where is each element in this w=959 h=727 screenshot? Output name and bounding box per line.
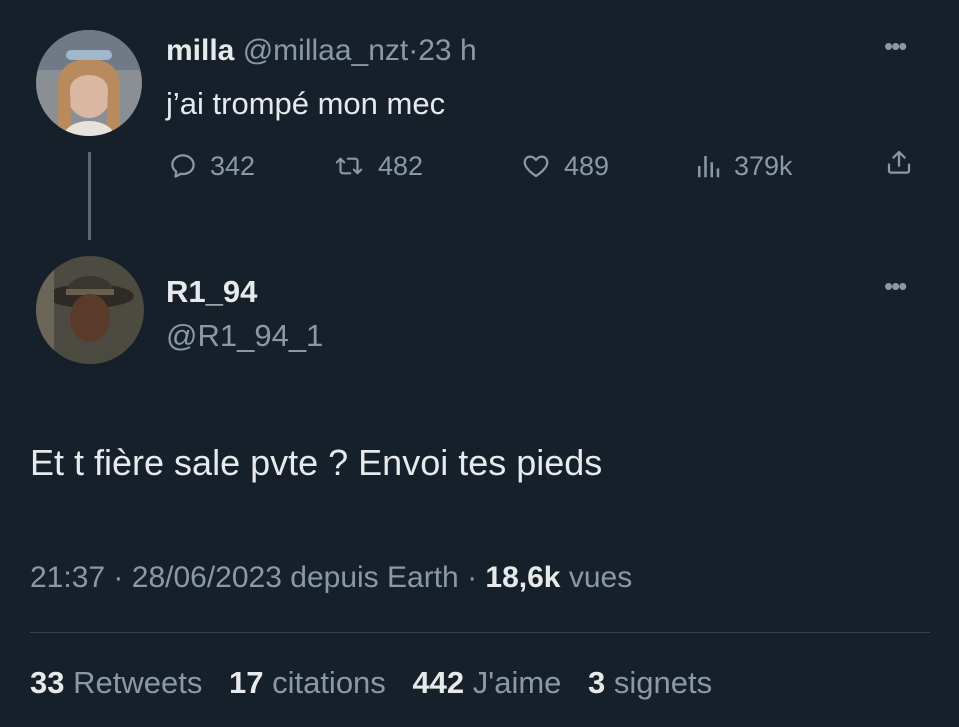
stat-citations-count: 17 (228, 665, 264, 700)
tweet1-action-bar: 342 482 489 379k (168, 146, 928, 186)
tweet2-stats: 33 Retweets 17 citations 442 J'aime 3 si… (30, 664, 730, 702)
avatar-r1-94[interactable] (36, 256, 144, 364)
tweet2-date[interactable]: 28/06/2023 (132, 561, 282, 594)
retweet-icon (335, 157, 363, 175)
like-count: 489 (564, 151, 610, 181)
tweet1-header: milla @millaa_nzt·23 h (166, 34, 477, 68)
stat-bookmarks-count: 3 (588, 665, 606, 700)
reply-count: 342 (210, 151, 256, 181)
stat-bookmarks[interactable]: 3 signets (588, 664, 712, 702)
tweet1-handle[interactable]: @millaa_nzt (243, 34, 409, 67)
stat-retweets-label: Retweets (73, 665, 203, 700)
share-button[interactable] (884, 146, 914, 178)
reply-bubble-icon (171, 154, 195, 178)
tweet1-display-name[interactable]: milla (166, 34, 234, 67)
retweet-count: 482 (378, 151, 424, 181)
divider (30, 632, 930, 633)
stat-citations[interactable]: 17 citations (229, 664, 386, 702)
views-bar-chart-icon (698, 156, 720, 178)
tweet1-more-icon[interactable]: ••• (884, 33, 907, 59)
avatar-milla-image (36, 30, 142, 136)
stat-likes-label: J'aime (472, 665, 562, 700)
thread-connector-line (88, 152, 91, 240)
tweet2-handle[interactable]: @R1_94_1 (166, 318, 323, 354)
tweet2-text: Et t fière sale pvte ? Envoi tes pieds (30, 442, 603, 483)
heart-icon (523, 155, 549, 178)
stat-likes-count: 442 (412, 665, 465, 700)
meta-separator-2: · (467, 561, 478, 594)
tweet1-text: j’ai trompé mon mec (166, 86, 446, 121)
stat-retweets-count: 33 (30, 665, 65, 700)
tweet2-display-name[interactable]: R1_94 (166, 274, 257, 310)
tweet2-more-icon[interactable]: ••• (884, 273, 907, 299)
tweet2-source: depuis Earth (290, 561, 459, 594)
stat-citations-label: citations (272, 665, 386, 700)
stat-likes[interactable]: 442 J'aime (412, 664, 561, 702)
stat-retweets[interactable]: 33 Retweets (30, 664, 202, 702)
reply-button[interactable]: 342 (168, 146, 255, 186)
like-button[interactable]: 489 (520, 146, 609, 186)
meta-separator-1: · (113, 561, 124, 594)
avatar-r1-94-image (36, 256, 144, 364)
views-count: 379k (734, 151, 793, 181)
tweet2-views-count: 18,6k (485, 561, 561, 594)
avatar-milla[interactable] (36, 30, 142, 136)
retweet-button[interactable]: 482 (332, 146, 423, 186)
tweet2-time[interactable]: 21:37 (30, 561, 105, 594)
tweet2-meta: 21:37 · 28/06/2023 depuis Earth · 18,6k … (30, 560, 632, 596)
tweet2-views-label: vues (568, 561, 633, 594)
stat-bookmarks-label: signets (613, 665, 713, 700)
views-button[interactable]: 379k (694, 146, 793, 186)
tweet1-time[interactable]: 23 h (418, 34, 476, 67)
tweet1-separator: · (408, 34, 419, 67)
share-upload-icon (887, 150, 911, 174)
